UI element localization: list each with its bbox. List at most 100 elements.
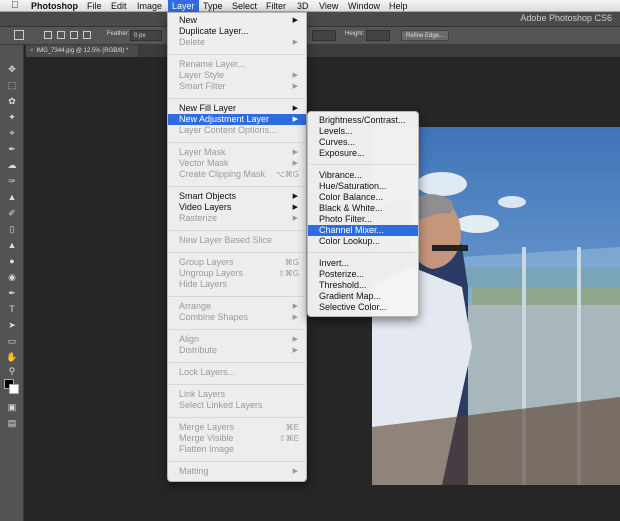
move-tool-icon[interactable]: ✥ bbox=[5, 63, 19, 75]
eyedropper-tool-icon[interactable]: ✒ bbox=[5, 143, 19, 155]
adjustment-menu-item[interactable]: Color Balance... bbox=[308, 192, 418, 203]
document-tab[interactable]: × IMG_7344.jpg @ 12.5% (RGB/8) * bbox=[26, 45, 138, 57]
layer-menu-item[interactable]: Video Layers ▶ bbox=[168, 202, 306, 213]
menu-select[interactable]: Select bbox=[232, 0, 257, 12]
menu-file[interactable]: File bbox=[87, 0, 102, 12]
layer-menu-item[interactable]: Layer Content Options... bbox=[168, 125, 306, 136]
adjustment-menu-item[interactable]: Brightness/Contrast... bbox=[308, 115, 418, 126]
menu-item-label: Posterize... bbox=[319, 269, 365, 279]
layer-menu-item[interactable]: New Fill Layer ▶ bbox=[168, 103, 306, 114]
adjustment-menu-item[interactable]: Photo Filter... bbox=[308, 214, 418, 225]
layer-menu-item[interactable]: Arrange ▶ bbox=[168, 301, 306, 312]
layer-menu-item[interactable]: Rasterize ▶ bbox=[168, 213, 306, 224]
close-tab-icon[interactable]: × bbox=[30, 48, 34, 54]
layer-menu-item[interactable]: Create Clipping Mask ⌥⌘G bbox=[168, 169, 306, 180]
adjustment-menu-item[interactable]: Curves... bbox=[308, 137, 418, 148]
menu-view[interactable]: View bbox=[319, 0, 338, 12]
layer-menu-item[interactable]: Ungroup Layers ⇧⌘G bbox=[168, 268, 306, 279]
layer-menu-item[interactable]: Group Layers ⌘G bbox=[168, 257, 306, 268]
menu-item-label: Flatten Image bbox=[179, 444, 235, 454]
menu-photoshop[interactable]: Photoshop bbox=[31, 0, 78, 12]
marquee-tool-icon[interactable]: ⬚ bbox=[5, 79, 19, 91]
screen-mode-icon[interactable]: ▤ bbox=[5, 417, 19, 429]
width-field[interactable] bbox=[312, 30, 336, 41]
layer-menu-item[interactable]: Smart Objects ▶ bbox=[168, 191, 306, 202]
subtract-selection-icon[interactable] bbox=[70, 31, 78, 39]
layer-menu-item[interactable]: Duplicate Layer... bbox=[168, 26, 306, 37]
brush-tool-icon[interactable]: ✑ bbox=[5, 175, 19, 187]
layer-menu-item-new-adjustment-layer[interactable]: New Adjustment Layer ▶ bbox=[168, 114, 306, 125]
adjustment-menu-item[interactable]: Invert... bbox=[308, 258, 418, 269]
dodge-tool-icon[interactable]: ◉ bbox=[5, 271, 19, 283]
lasso-tool-icon[interactable]: ✿ bbox=[5, 95, 19, 107]
menu-item-label: Ungroup Layers bbox=[179, 268, 244, 278]
eraser-tool-icon[interactable]: ▯ bbox=[5, 223, 19, 235]
zoom-tool-icon[interactable]: ⚲ bbox=[5, 365, 19, 377]
pen-tool-icon[interactable]: ✒ bbox=[5, 287, 19, 299]
layer-menu-item[interactable]: Link Layers bbox=[168, 389, 306, 400]
type-tool-icon[interactable]: T bbox=[5, 303, 19, 315]
layer-menu-item[interactable]: Matting ▶ bbox=[168, 466, 306, 477]
adjustment-menu-item[interactable]: Exposure... bbox=[308, 148, 418, 159]
adjustment-menu-item[interactable]: Posterize... bbox=[308, 269, 418, 280]
layer-menu-item[interactable]: Layer Style ▶ bbox=[168, 70, 306, 81]
crop-tool-icon[interactable]: ⌖ bbox=[5, 127, 19, 139]
layer-menu-item[interactable]: Rename Layer... bbox=[168, 59, 306, 70]
path-selection-tool-icon[interactable]: ➤ bbox=[5, 319, 19, 331]
layer-menu-item[interactable]: Merge Layers ⌘E bbox=[168, 422, 306, 433]
adjustment-menu-item-channel-mixer[interactable]: Channel Mixer... bbox=[308, 225, 418, 236]
menu-help[interactable]: Help bbox=[389, 0, 408, 12]
adjustment-menu-item[interactable]: Selective Color... bbox=[308, 302, 418, 313]
layer-menu-item[interactable]: Select Linked Layers bbox=[168, 400, 306, 411]
blur-tool-icon[interactable]: ● bbox=[5, 255, 19, 267]
layer-menu-item[interactable]: Delete ▶ bbox=[168, 37, 306, 48]
layer-menu-item[interactable]: Hide Layers bbox=[168, 279, 306, 290]
layer-menu-item[interactable]: Align ▶ bbox=[168, 334, 306, 345]
document-tab-bar: × IMG_7344.jpg @ 12.5% (RGB/8) * bbox=[26, 45, 620, 57]
clone-stamp-tool-icon[interactable]: ▲ bbox=[5, 191, 19, 203]
layer-menu-item[interactable]: Combine Shapes ▶ bbox=[168, 312, 306, 323]
menu-item-label: Channel Mixer... bbox=[319, 225, 385, 235]
adjustment-menu-item[interactable]: Color Lookup... bbox=[308, 236, 418, 247]
adjustment-menu-item[interactable]: Levels... bbox=[308, 126, 418, 137]
menu-window[interactable]: Window bbox=[348, 0, 380, 12]
adjustment-menu-item[interactable]: Black & White... bbox=[308, 203, 418, 214]
layer-menu-item[interactable]: Vector Mask ▶ bbox=[168, 158, 306, 169]
new-selection-icon[interactable] bbox=[44, 31, 52, 39]
menu-edit[interactable]: Edit bbox=[111, 0, 127, 12]
background-color-swatch[interactable] bbox=[9, 384, 19, 394]
menu-item-label: Duplicate Layer... bbox=[179, 26, 249, 36]
menu-layer[interactable]: Layer bbox=[168, 0, 199, 12]
menu-item-label: Arrange bbox=[179, 301, 212, 311]
adjustment-menu-item[interactable]: Vibrance... bbox=[308, 170, 418, 181]
refine-edge-button[interactable]: Refine Edge... bbox=[401, 30, 450, 41]
adjustment-menu-item[interactable]: Threshold... bbox=[308, 280, 418, 291]
paint-bucket-tool-icon[interactable]: ▲ bbox=[5, 239, 19, 251]
layer-menu-item[interactable]: Layer Mask ▶ bbox=[168, 147, 306, 158]
feather-field[interactable]: 0 px bbox=[130, 30, 162, 41]
layer-menu-item[interactable]: Merge Visible ⇧⌘E bbox=[168, 433, 306, 444]
history-brush-tool-icon[interactable]: ✐ bbox=[5, 207, 19, 219]
intersect-selection-icon[interactable] bbox=[83, 31, 91, 39]
quick-mask-icon[interactable]: ▣ bbox=[5, 401, 19, 413]
layer-menu-item[interactable]: Lock Layers... bbox=[168, 367, 306, 378]
menu-type[interactable]: Type bbox=[203, 0, 223, 12]
menu-filter[interactable]: Filter bbox=[266, 0, 286, 12]
layer-menu-item[interactable]: New Layer Based Slice bbox=[168, 235, 306, 246]
add-selection-icon[interactable] bbox=[57, 31, 65, 39]
hand-tool-icon[interactable]: ✋ bbox=[5, 351, 19, 363]
menu-image[interactable]: Image bbox=[137, 0, 162, 12]
apple-icon[interactable]:  bbox=[11, 0, 19, 12]
quick-select-tool-icon[interactable]: ✦ bbox=[5, 111, 19, 123]
layer-menu-item[interactable]: Smart Filter ▶ bbox=[168, 81, 306, 92]
height-field[interactable] bbox=[366, 30, 390, 41]
shape-tool-icon[interactable]: ▭ bbox=[5, 335, 19, 347]
layer-menu-item[interactable]: New ▶ bbox=[168, 15, 306, 26]
layer-menu-item[interactable]: Flatten Image bbox=[168, 444, 306, 455]
healing-brush-tool-icon[interactable]: ☁ bbox=[5, 159, 19, 171]
layer-menu-item[interactable]: Distribute ▶ bbox=[168, 345, 306, 356]
marquee-preset-icon[interactable] bbox=[14, 30, 24, 40]
menu-3d[interactable]: 3D bbox=[297, 0, 309, 12]
adjustment-menu-item[interactable]: Gradient Map... bbox=[308, 291, 418, 302]
adjustment-menu-item[interactable]: Hue/Saturation... bbox=[308, 181, 418, 192]
